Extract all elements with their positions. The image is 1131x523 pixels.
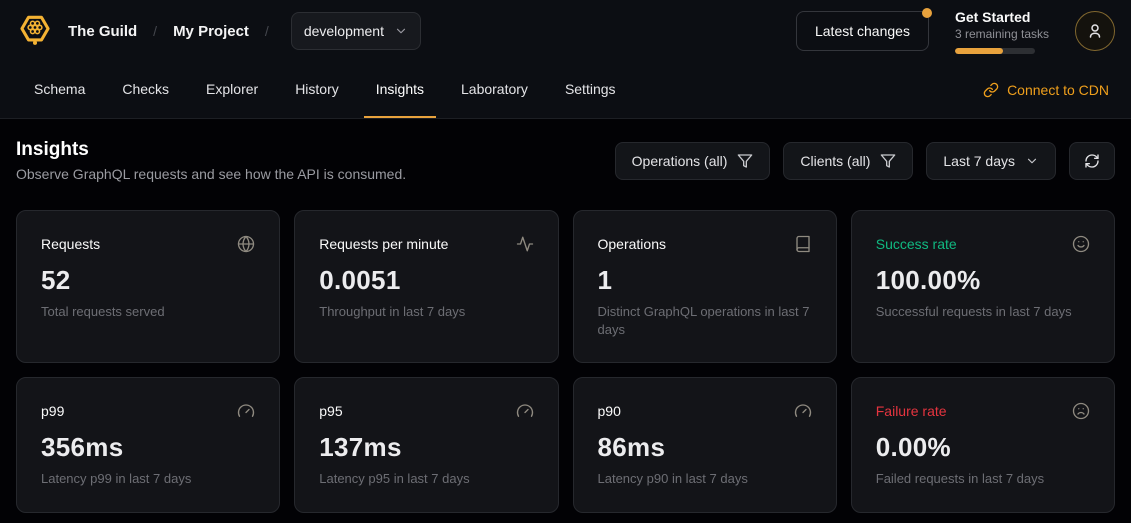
requests-per-minute-card: Requests per minute 0.0051 Throughput in…: [294, 210, 558, 363]
card-title: Success rate: [876, 236, 957, 252]
failure-rate-card: Failure rate 0.00% Failed requests in la…: [851, 377, 1115, 513]
operations-filter-label: Operations (all): [632, 153, 728, 169]
filter-icon: [737, 153, 753, 169]
tab-laboratory[interactable]: Laboratory: [449, 62, 540, 118]
card-description: Latency p99 in last 7 days: [41, 470, 255, 488]
breadcrumb-org[interactable]: The Guild: [68, 23, 137, 40]
tab-insights[interactable]: Insights: [364, 62, 436, 118]
book-icon: [794, 235, 812, 253]
chevron-down-icon: [394, 24, 408, 38]
card-value: 0.00%: [876, 432, 1090, 463]
breadcrumb-project[interactable]: My Project: [173, 23, 249, 40]
card-description: Latency p95 in last 7 days: [319, 470, 533, 488]
chevron-down-icon: [1025, 154, 1039, 168]
gauge-icon: [237, 402, 255, 420]
get-started-remaining-tasks: 3 remaining tasks: [955, 27, 1049, 41]
operations-filter-button[interactable]: Operations (all): [615, 142, 771, 180]
user-icon: [1086, 22, 1104, 40]
page-subtitle: Observe GraphQL requests and see how the…: [16, 166, 406, 182]
operations-card: Operations 1 Distinct GraphQL operations…: [573, 210, 837, 363]
card-value: 1: [598, 265, 812, 296]
page-title: Insights: [16, 139, 406, 161]
card-title: Failure rate: [876, 403, 947, 419]
clients-filter-button[interactable]: Clients (all): [783, 142, 913, 180]
card-value: 100.00%: [876, 265, 1090, 296]
card-title: Requests per minute: [319, 236, 448, 252]
card-description: Total requests served: [41, 303, 255, 321]
card-value: 86ms: [598, 432, 812, 463]
card-value: 137ms: [319, 432, 533, 463]
activity-icon: [516, 235, 534, 253]
notification-dot: [922, 8, 932, 18]
refresh-button[interactable]: [1069, 142, 1115, 180]
card-title: p95: [319, 403, 342, 419]
latest-changes-label: Latest changes: [815, 23, 910, 39]
globe-icon: [237, 235, 255, 253]
success-rate-card: Success rate 100.00% Successful requests…: [851, 210, 1115, 363]
latest-changes-button[interactable]: Latest changes: [796, 11, 929, 51]
target-selector[interactable]: development: [291, 12, 421, 50]
card-value: 52: [41, 265, 255, 296]
requests-card: Requests 52 Total requests served: [16, 210, 280, 363]
tab-explorer[interactable]: Explorer: [194, 62, 270, 118]
card-value: 356ms: [41, 432, 255, 463]
get-started-widget[interactable]: Get Started 3 remaining tasks: [955, 9, 1049, 54]
card-title: Operations: [598, 236, 666, 252]
frown-icon: [1072, 402, 1090, 420]
project-nav: Schema Checks Explorer History Insights …: [0, 62, 1131, 119]
tab-history[interactable]: History: [283, 62, 351, 118]
card-description: Throughput in last 7 days: [319, 303, 533, 321]
get-started-progress-fill: [955, 48, 1003, 54]
target-selector-value: development: [304, 23, 384, 39]
connect-to-cdn-label: Connect to CDN: [1007, 82, 1109, 98]
card-title: Requests: [41, 236, 100, 252]
card-title: p99: [41, 403, 64, 419]
tab-schema[interactable]: Schema: [22, 62, 97, 118]
card-description: Successful requests in last 7 days: [876, 303, 1090, 321]
user-avatar[interactable]: [1075, 11, 1115, 51]
p95-latency-card: p95 137ms Latency p95 in last 7 days: [294, 377, 558, 513]
p99-latency-card: p99 356ms Latency p99 in last 7 days: [16, 377, 280, 513]
top-bar: The Guild / My Project / development Lat…: [0, 0, 1131, 62]
get-started-title: Get Started: [955, 9, 1049, 25]
period-selector[interactable]: Last 7 days: [926, 142, 1056, 180]
period-selector-value: Last 7 days: [943, 153, 1015, 169]
stats-cards-grid: Requests 52 Total requests served Reques…: [16, 210, 1115, 513]
connect-to-cdn-link[interactable]: Connect to CDN: [983, 62, 1109, 118]
smile-icon: [1072, 235, 1090, 253]
link-icon: [983, 82, 999, 98]
clients-filter-label: Clients (all): [800, 153, 870, 169]
get-started-progress-bar: [955, 48, 1035, 54]
insights-page: Insights Observe GraphQL requests and se…: [0, 119, 1131, 523]
gauge-icon: [794, 402, 812, 420]
card-description: Latency p90 in last 7 days: [598, 470, 812, 488]
card-description: Failed requests in last 7 days: [876, 470, 1090, 488]
p90-latency-card: p90 86ms Latency p90 in last 7 days: [573, 377, 837, 513]
breadcrumb-separator: /: [263, 23, 271, 39]
breadcrumb-separator: /: [151, 23, 159, 39]
hive-logo-icon[interactable]: [16, 12, 54, 50]
card-title: p90: [598, 403, 621, 419]
card-value: 0.0051: [319, 265, 533, 296]
refresh-icon: [1084, 153, 1100, 169]
filter-icon: [880, 153, 896, 169]
tab-settings[interactable]: Settings: [553, 62, 628, 118]
gauge-icon: [516, 402, 534, 420]
card-description: Distinct GraphQL operations in last 7 da…: [598, 303, 812, 338]
tab-checks[interactable]: Checks: [110, 62, 181, 118]
